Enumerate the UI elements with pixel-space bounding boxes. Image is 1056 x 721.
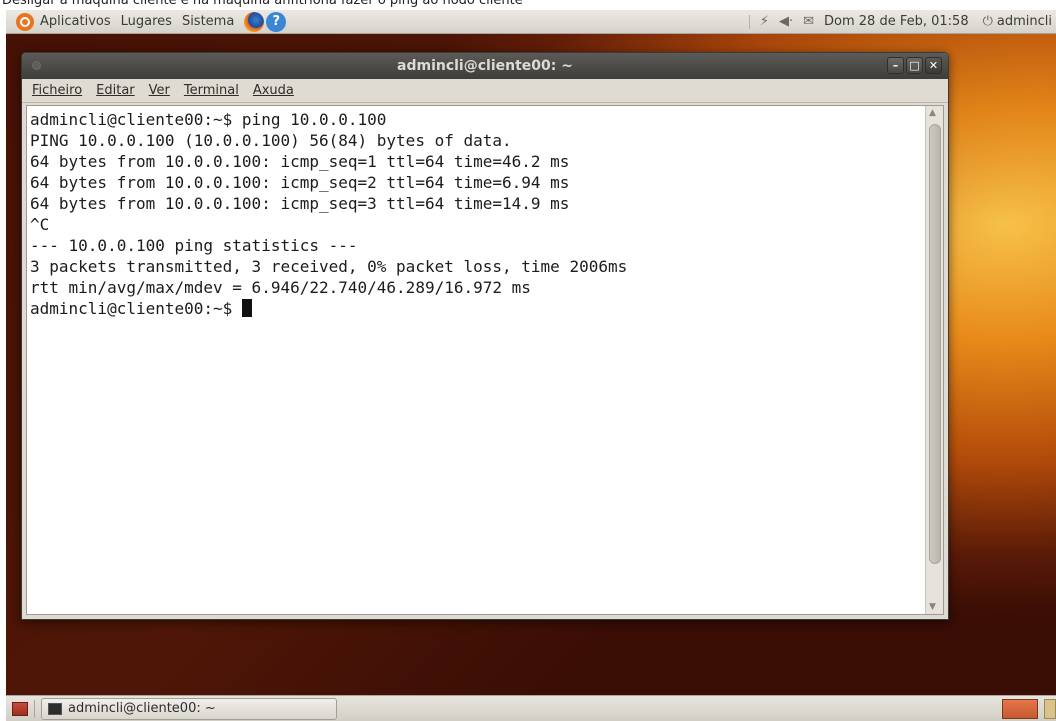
close-button[interactable]: ✕ — [925, 57, 942, 74]
menu-ver[interactable]: Ver — [149, 83, 170, 98]
bottom-panel: admincli@cliente00: ~ — [6, 695, 1056, 721]
workspace-switcher[interactable] — [1002, 699, 1038, 719]
volume-icon[interactable]: ◀· — [779, 14, 793, 29]
terminal-output[interactable]: admincli@cliente00:~$ ping 10.0.0.100 PI… — [26, 105, 944, 615]
ubuntu-logo-icon — [16, 12, 34, 31]
menu-ficheiro[interactable]: Ficheiro — [32, 83, 82, 98]
maximize-button[interactable]: □ — [906, 57, 923, 74]
terminal-menubar: Ficheiro Editar Ver Terminal Axuda — [22, 79, 948, 103]
minimize-button[interactable]: – — [887, 57, 904, 74]
terminal-text: admincli@cliente00:~$ ping 10.0.0.100 PI… — [30, 109, 627, 319]
scroll-down-arrow-icon[interactable]: ▼ — [929, 602, 936, 612]
help-icon[interactable]: ? — [266, 11, 287, 32]
user-name: admincli — [996, 14, 1052, 29]
panel-clock[interactable]: Dom 28 de Feb, 01:58 — [824, 14, 969, 29]
applications-menu[interactable]: Aplicativos — [16, 12, 111, 31]
system-menu[interactable]: Sistema — [182, 14, 234, 29]
caption-strip: Desligar a máquina cliente e na máquina … — [0, 0, 1056, 10]
menu-terminal[interactable]: Terminal — [184, 83, 239, 98]
terminal-scrollbar[interactable]: ▲ ▼ — [925, 106, 943, 614]
places-menu[interactable]: Lugares — [121, 14, 172, 29]
firefox-icon[interactable] — [244, 11, 265, 32]
terminal-cursor — [241, 299, 252, 317]
terminal-line: rtt min/avg/max/mdev = 6.946/22.740/46.2… — [30, 278, 531, 297]
terminal-window: admincli@cliente00: ~ – □ ✕ Ficheiro Edi… — [21, 52, 949, 620]
terminal-line: ^C — [30, 215, 50, 234]
menu-editar[interactable]: Editar — [96, 83, 135, 98]
menu-axuda[interactable]: Axuda — [253, 83, 294, 98]
terminal-line: 3 packets transmitted, 3 received, 0% pa… — [30, 257, 628, 276]
terminal-line: 64 bytes from 10.0.0.100: icmp_seq=3 ttl… — [30, 194, 570, 213]
scroll-up-arrow-icon[interactable]: ▲ — [929, 108, 936, 118]
top-panel: Aplicativos Lugares Sistema ? ⚡ ◀· ✉ Dom… — [6, 10, 1056, 34]
panel-tray: ⚡ ◀· ✉ Dom 28 de Feb, 01:58 ⏻ admincli — [748, 14, 1056, 29]
show-desktop-icon[interactable] — [12, 701, 28, 716]
system-menu-label: Sistema — [181, 14, 235, 29]
power-icon: ⏻ — [982, 14, 993, 29]
terminal-icon — [48, 702, 62, 715]
terminal-line: 64 bytes from 10.0.0.100: icmp_seq=2 ttl… — [30, 173, 570, 192]
terminal-prompt: admincli@cliente00:~$ — [30, 299, 242, 318]
terminal-line: PING 10.0.0.100 (10.0.0.100) 56(84) byte… — [30, 131, 512, 150]
user-menu[interactable]: ⏻ admincli — [983, 14, 1052, 29]
mail-icon[interactable]: ✉ — [803, 14, 814, 29]
desktop-screen: Aplicativos Lugares Sistema ? ⚡ ◀· ✉ Dom… — [6, 10, 1056, 721]
tray-separator — [748, 14, 750, 29]
trash-icon[interactable] — [1044, 699, 1056, 719]
window-titlebar[interactable]: admincli@cliente00: ~ – □ ✕ — [22, 53, 948, 79]
terminal-line: admincli@cliente00:~$ ping 10.0.0.100 — [30, 110, 387, 129]
places-menu-label: Lugares — [120, 14, 172, 29]
taskbar-item-terminal[interactable]: admincli@cliente00: ~ — [41, 697, 337, 720]
scrollbar-thumb[interactable] — [929, 124, 941, 564]
terminal-line: --- 10.0.0.100 ping statistics --- — [30, 236, 358, 255]
applications-menu-label: Aplicativos — [40, 14, 111, 29]
window-controls: – □ ✕ — [887, 57, 942, 74]
window-menu-icon[interactable] — [32, 61, 41, 70]
caption-text: Desligar a máquina cliente e na máquina … — [2, 0, 523, 8]
taskbar-separator — [34, 699, 35, 718]
window-title: admincli@cliente00: ~ — [397, 58, 573, 74]
taskbar-item-label: admincli@cliente00: ~ — [68, 701, 216, 716]
network-icon[interactable]: ⚡ — [760, 14, 769, 29]
terminal-line: 64 bytes from 10.0.0.100: icmp_seq=1 ttl… — [30, 152, 570, 171]
